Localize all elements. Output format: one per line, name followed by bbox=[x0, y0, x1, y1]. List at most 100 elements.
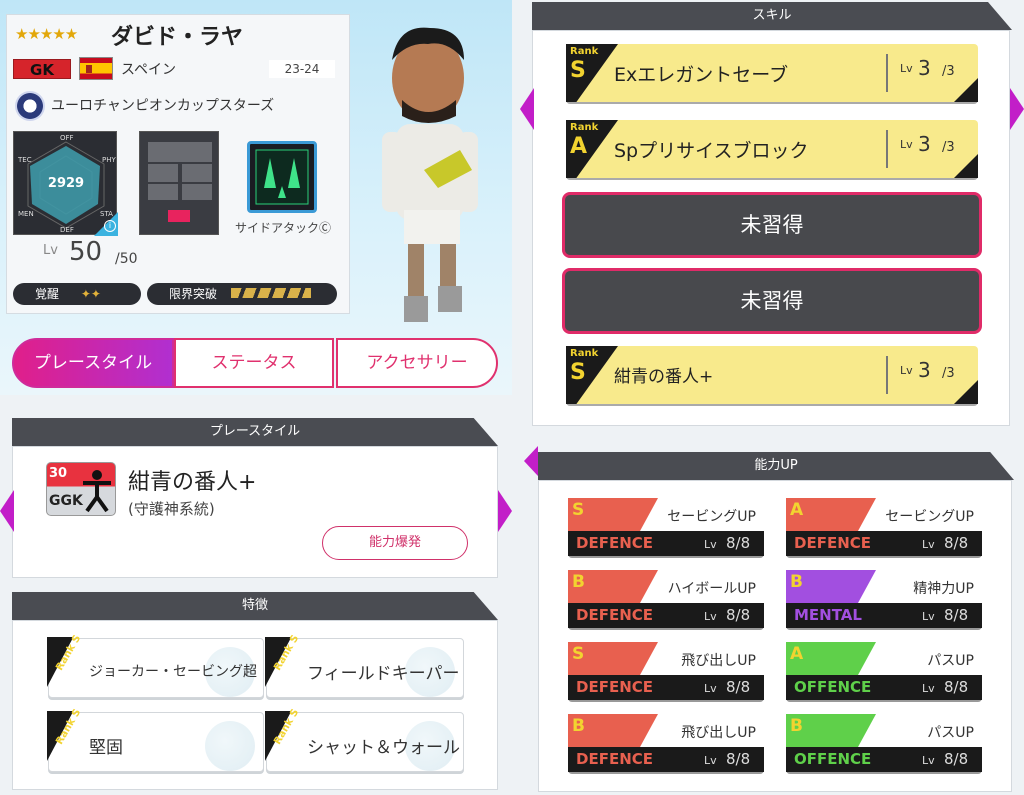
ability-grade: S bbox=[572, 644, 585, 664]
ability-lv-label: Lv bbox=[704, 754, 717, 767]
rarity-stars: ★★★★★ bbox=[15, 25, 78, 43]
ability-grade: B bbox=[790, 716, 803, 736]
radar-value: 2929 bbox=[47, 176, 85, 191]
skill-name: Spプリサイスブロック bbox=[614, 140, 809, 162]
ability-name: 飛び出しUP bbox=[681, 725, 756, 741]
trait-label: 堅固 bbox=[89, 738, 123, 758]
side-attack-label: サイドアタックⒸ bbox=[235, 221, 332, 235]
tab-status[interactable]: ステータス bbox=[174, 338, 334, 388]
playstyle-badge-code: GGK bbox=[49, 493, 83, 509]
ability-card[interactable]: B ハイボールUP DEFENCE Lv 8/8 bbox=[568, 570, 764, 628]
ability-card[interactable]: A パスUP OFFENCE Lv 8/8 bbox=[786, 642, 982, 700]
ability-name: パスUP bbox=[927, 725, 974, 741]
radar-label-off: OFF bbox=[60, 134, 74, 142]
limit-break-bars bbox=[230, 288, 311, 298]
trait-card[interactable]: Rank S シャット＆ウォール bbox=[265, 707, 464, 772]
skill-rank: A bbox=[570, 134, 588, 159]
ability-card[interactable]: B 飛び出しUP DEFENCE Lv 8/8 bbox=[568, 714, 764, 772]
ability-lv-label: Lv bbox=[704, 538, 717, 551]
ability-name: ハイボールUP bbox=[667, 581, 756, 597]
player-name: ダビド・ラヤ bbox=[111, 25, 244, 50]
ability-grade: S bbox=[572, 500, 585, 520]
ability-name: セービングUP bbox=[885, 509, 974, 525]
ability-name: パスUP bbox=[927, 653, 974, 669]
playstyle-badge: 30 GGK bbox=[46, 462, 116, 516]
ability-lv: 8/8 bbox=[944, 534, 969, 552]
ability-grade: A bbox=[790, 500, 804, 520]
ability-name: セービングUP bbox=[667, 509, 756, 525]
skills-header: スキル bbox=[532, 2, 1012, 30]
skill-rank-label: Rank bbox=[570, 46, 599, 57]
ability-lv-label: Lv bbox=[922, 610, 935, 623]
country-label: スペイン bbox=[121, 62, 177, 78]
level-value: 50 bbox=[69, 237, 103, 267]
ability-grade: B bbox=[790, 572, 803, 592]
goalkeeper-icon bbox=[83, 470, 111, 513]
ability-card[interactable]: B 精神力UP MENTAL Lv 8/8 bbox=[786, 570, 982, 628]
season-label: 23-24 bbox=[269, 60, 335, 78]
ability-card[interactable]: A セービングUP DEFENCE Lv 8/8 bbox=[786, 498, 982, 556]
formation-map[interactable] bbox=[139, 131, 219, 235]
spain-flag-icon bbox=[79, 57, 113, 80]
ability-category: DEFENCE bbox=[576, 750, 653, 768]
trait-card[interactable]: Rank S ジョーカー・セービング超 bbox=[47, 633, 264, 698]
trait-label: フィールドキーパー bbox=[307, 664, 460, 684]
skill-card[interactable]: Rank A Spプリサイスブロック Lv 3 /3 bbox=[566, 120, 978, 178]
playstyle-badge-number: 30 bbox=[49, 466, 68, 481]
skill-lv-label: Lv bbox=[900, 62, 913, 75]
skill-lv-max: /3 bbox=[942, 64, 955, 79]
ability-lv-label: Lv bbox=[922, 754, 935, 767]
ability-lv: 8/8 bbox=[726, 606, 751, 624]
ability-card[interactable]: B パスUP OFFENCE Lv 8/8 bbox=[786, 714, 982, 772]
ability-lv: 8/8 bbox=[726, 678, 751, 696]
level-max: /50 bbox=[115, 251, 138, 267]
trait-label: シャット＆ウォール bbox=[307, 738, 460, 758]
tab-accessory[interactable]: アクセサリー bbox=[336, 338, 498, 388]
ability-card[interactable]: S セービングUP DEFENCE Lv 8/8 bbox=[568, 498, 764, 556]
ability-category: OFFENCE bbox=[794, 750, 872, 768]
skill-lv: 3 bbox=[918, 132, 931, 156]
locked-skill-slot[interactable]: 未習得 bbox=[562, 268, 982, 334]
locked-skill-slot[interactable]: 未習得 bbox=[562, 192, 982, 258]
ability-category: DEFENCE bbox=[576, 606, 653, 624]
ability-category: DEFENCE bbox=[576, 678, 653, 696]
stats-radar[interactable]: OFF PHY STA DEF MEN TEC 2929 i bbox=[13, 131, 118, 236]
next-arrow-icon[interactable] bbox=[498, 490, 512, 532]
ability-category: DEFENCE bbox=[794, 534, 871, 552]
ability-category: OFFENCE bbox=[794, 678, 872, 696]
skill-lv: 3 bbox=[918, 56, 931, 80]
skill-card[interactable]: Rank S 紺青の番人+ Lv 3 /3 bbox=[566, 346, 978, 404]
ability-card[interactable]: S 飛び出しUP DEFENCE Lv 8/8 bbox=[568, 642, 764, 700]
player-card: ★★★★★ ダビド・ラヤ GK スペイン 23-24 ユーロチャンピオンカップス… bbox=[6, 14, 350, 314]
ability-burst-button[interactable]: 能力爆発 bbox=[322, 526, 468, 560]
radar-label-phy: PHY bbox=[102, 156, 116, 164]
ability-lv: 8/8 bbox=[726, 534, 751, 552]
info-icon[interactable]: i bbox=[104, 220, 116, 232]
ability-grade: B bbox=[572, 716, 585, 736]
skill-name: Exエレガントセーブ bbox=[614, 64, 789, 86]
radar-label-sta: STA bbox=[100, 210, 113, 218]
awaken-badge: 覚醒 ✦✦ bbox=[13, 283, 141, 305]
prev-arrow-icon[interactable] bbox=[0, 490, 14, 532]
trait-card[interactable]: Rank S 堅固 bbox=[47, 707, 264, 772]
limit-break-badge: 限界突破 bbox=[147, 283, 337, 305]
playstyle-name: 紺青の番人+ bbox=[128, 470, 257, 495]
ability-grade: A bbox=[790, 644, 804, 664]
skill-lv-max: /3 bbox=[942, 366, 955, 381]
ability-category: DEFENCE bbox=[576, 534, 653, 552]
ability-category: MENTAL bbox=[794, 606, 862, 624]
tab-playstyle[interactable]: プレースタイル bbox=[12, 338, 174, 388]
ability-lv-label: Lv bbox=[922, 682, 935, 695]
level-label: Lv bbox=[43, 243, 58, 258]
skill-rank-label: Rank bbox=[570, 348, 599, 359]
ability-lv: 8/8 bbox=[944, 606, 969, 624]
skill-lv-max: /3 bbox=[942, 140, 955, 155]
ability-lv: 8/8 bbox=[944, 678, 969, 696]
position-badge: GK bbox=[13, 59, 71, 79]
trait-card[interactable]: Rank S フィールドキーパー bbox=[265, 633, 464, 698]
skill-lv: 3 bbox=[918, 358, 931, 382]
skill-rank: S bbox=[570, 360, 586, 385]
skill-card[interactable]: Rank S Exエレガントセーブ Lv 3 /3 bbox=[566, 44, 978, 102]
radar-label-men: MEN bbox=[18, 210, 34, 218]
side-attack-skill-icon[interactable] bbox=[247, 141, 317, 213]
